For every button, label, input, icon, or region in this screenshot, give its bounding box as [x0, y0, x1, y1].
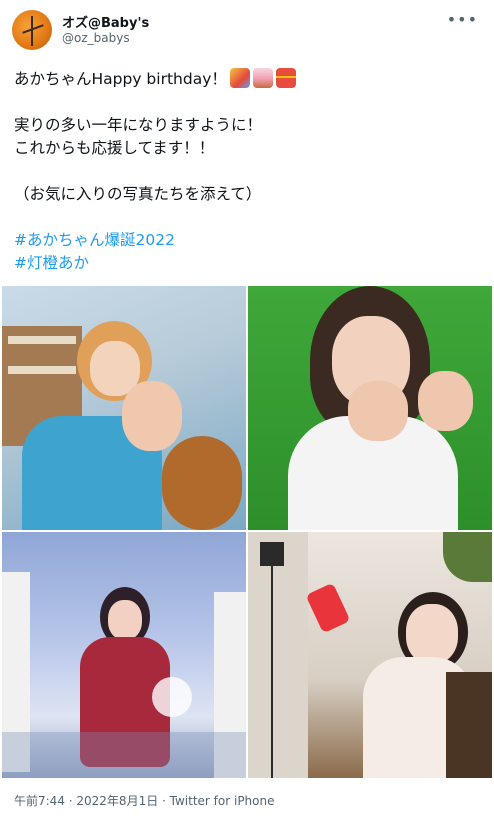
hashtag-link[interactable]: #あかちゃん爆誕2022 [14, 229, 484, 252]
tweet-line-text: あかちゃんHappy birthday！ [14, 70, 227, 88]
birthday-cake-icon [252, 68, 273, 88]
avatar-figure-arm [22, 24, 44, 34]
photo-4[interactable] [248, 532, 492, 778]
tweet-line: あかちゃんHappy birthday！ [14, 68, 484, 91]
hashtag-link[interactable]: #灯橙あか [14, 252, 484, 275]
more-horizontal-icon[interactable]: ••• [447, 10, 478, 29]
party-popper-icon [229, 68, 250, 88]
tweet-header: オズ@Baby's @oz_babys ••• [0, 0, 494, 60]
wrapped-gift-icon [275, 68, 296, 88]
avatar[interactable] [12, 10, 52, 50]
photo-2[interactable] [248, 286, 492, 530]
tweet-line: （お気に入りの写真たちを添えて） [14, 185, 262, 203]
tweet-line: 実りの多い一年になりますように！ [14, 116, 263, 134]
photo-1[interactable] [2, 286, 246, 530]
avatar-figure [31, 16, 33, 46]
tweet-metadata[interactable]: 午前7:44 · 2022年8月1日 · Twitter for iPhone [14, 792, 275, 809]
tweet-text: あかちゃんHappy birthday！ 実りの多い一年になりますように！ これ… [14, 68, 484, 275]
photo-grid [2, 286, 492, 778]
photo-3[interactable] [2, 532, 246, 778]
user-handle[interactable]: @oz_babys [62, 31, 130, 45]
tweet-line: これからも応援してます！！ [14, 139, 215, 157]
display-name[interactable]: オズ@Baby's [62, 12, 149, 31]
